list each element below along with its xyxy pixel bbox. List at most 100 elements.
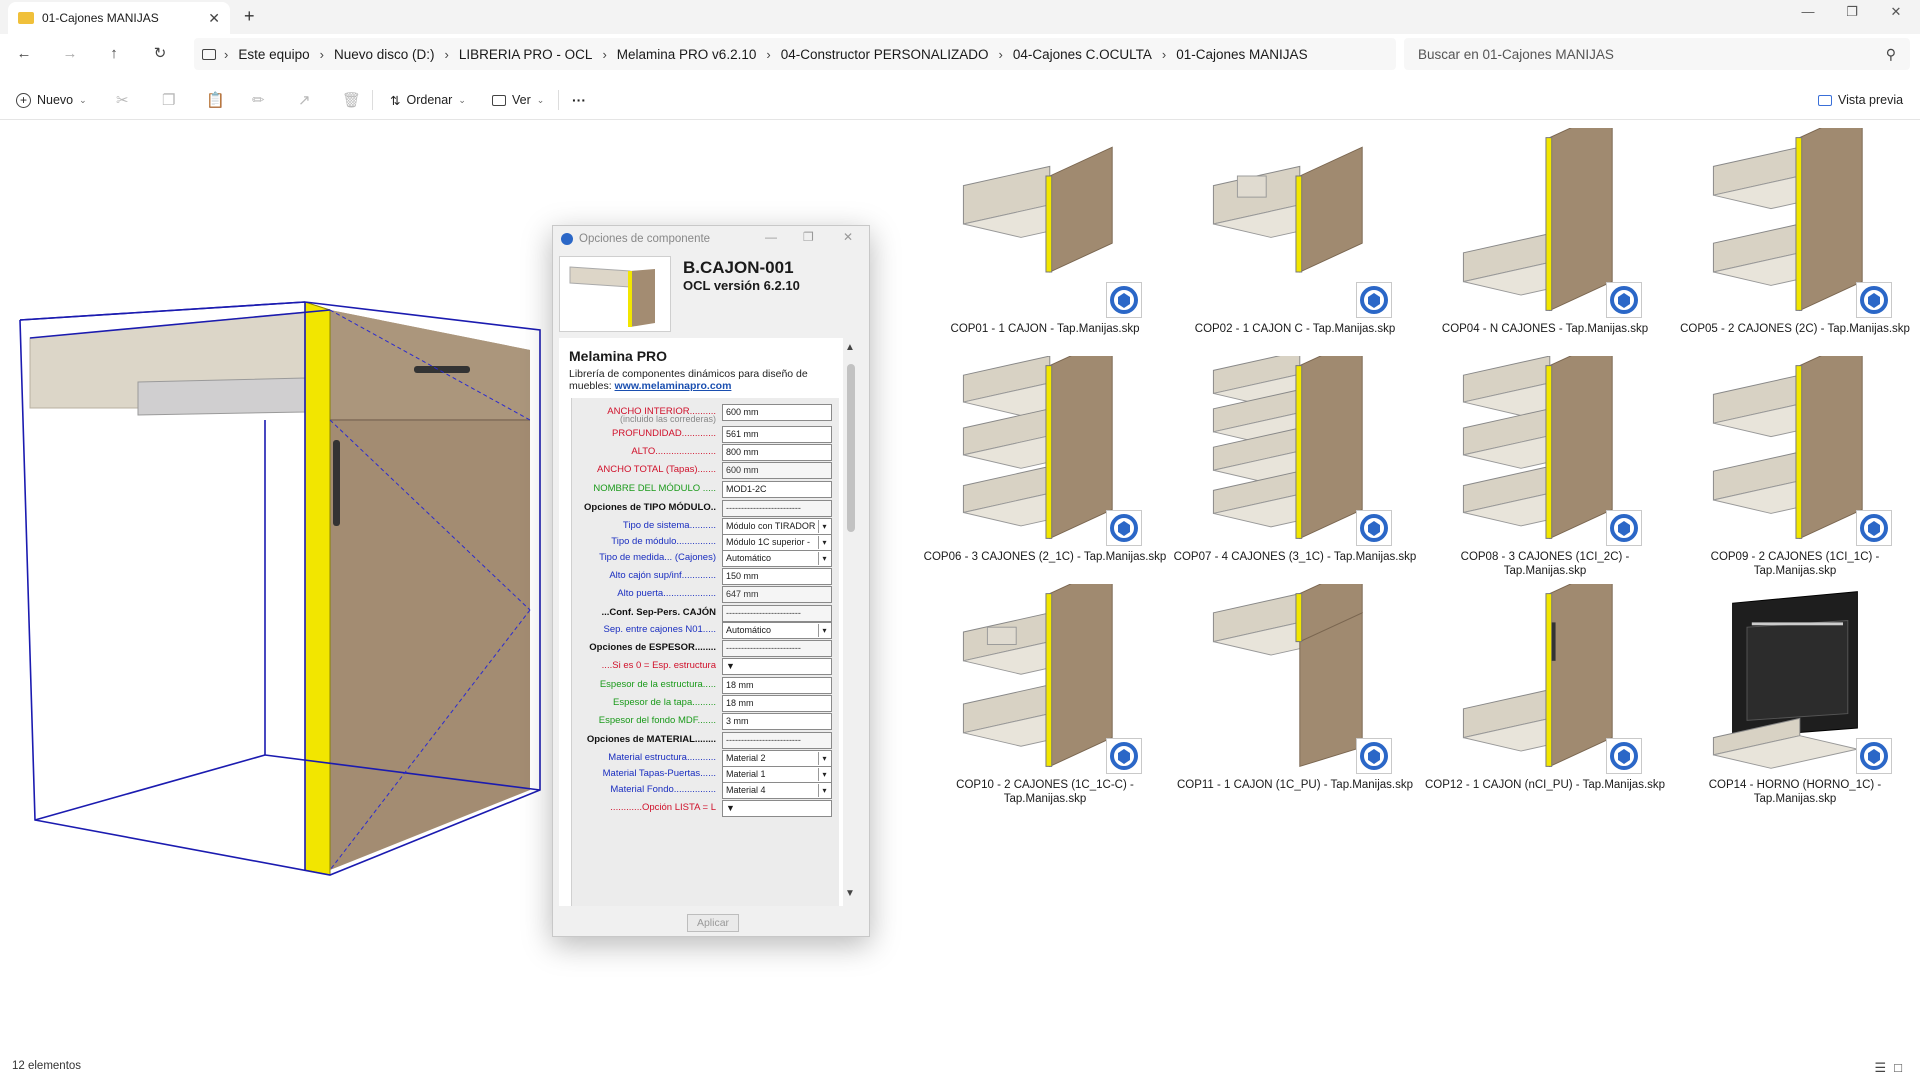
field-input[interactable]: 800 mm bbox=[722, 444, 832, 461]
apply-button[interactable]: Aplicar bbox=[687, 914, 739, 932]
dialog-title-bar: Opciones de componente bbox=[553, 226, 869, 252]
field-input[interactable]: 3 mm bbox=[722, 713, 832, 730]
chevron-down-icon[interactable]: ▾ bbox=[818, 520, 830, 533]
file-item[interactable]: COP11 - 1 CAJON (1C_PU) - Tap.Manijas.sk… bbox=[1170, 584, 1420, 812]
refresh-button[interactable]: ↻ bbox=[146, 42, 174, 66]
chevron-down-icon[interactable]: ▾ bbox=[818, 624, 830, 637]
tiles-view-icon[interactable]: □ bbox=[1894, 1060, 1910, 1075]
scroll-up-icon[interactable]: ▲ bbox=[845, 342, 855, 353]
more-options-button[interactable]: ··· bbox=[572, 86, 586, 114]
share-icon[interactable]: ↗ bbox=[298, 86, 311, 114]
form-row: Espesor del fondo MDF....... 3 mm bbox=[572, 713, 840, 731]
field-select[interactable]: Módulo 1C superior - ▾ bbox=[722, 534, 832, 551]
navigation-bar: ← → ↑ ↻ › Este equipo › Nuevo disco (D:)… bbox=[0, 34, 1920, 74]
tab-close-icon[interactable]: ✕ bbox=[208, 10, 220, 27]
field-label: ...Conf. Sep-Pers. CAJÓN bbox=[601, 607, 716, 618]
breadcrumb-separator: › bbox=[766, 46, 771, 62]
copy-icon[interactable]: ❐ bbox=[162, 86, 175, 114]
field-input[interactable]: MOD1-2C bbox=[722, 481, 832, 498]
file-name: COP01 - 1 CAJON - Tap.Manijas.skp bbox=[950, 323, 1140, 335]
breadcrumb-libreria-pro[interactable]: LIBRERIA PRO - OCL bbox=[451, 47, 601, 62]
dialog-close-button[interactable]: ✕ bbox=[843, 230, 853, 244]
field-select[interactable]: Material 4 ▾ bbox=[722, 782, 832, 799]
field-input[interactable]: ▼ bbox=[722, 658, 832, 675]
file-item[interactable]: COP04 - N CAJONES - Tap.Manijas.skp bbox=[1420, 128, 1670, 356]
details-view-icon[interactable]: ☰ bbox=[1874, 1060, 1894, 1075]
close-window-button[interactable]: ✕ bbox=[1876, 4, 1916, 20]
chevron-down-icon[interactable]: ▾ bbox=[818, 536, 830, 549]
field-label: Alto puerta.................... bbox=[617, 588, 716, 599]
preview-pane-button[interactable]: Vista previa bbox=[1818, 86, 1903, 114]
new-button[interactable]: + Nuevo ⌄ bbox=[16, 86, 87, 114]
field-select[interactable]: Material 1 ▾ bbox=[722, 766, 832, 783]
breadcrumb-nuevo-disco[interactable]: Nuevo disco (D:) bbox=[326, 47, 443, 62]
dialog-scrollbar[interactable]: ▲ ▼ bbox=[843, 338, 859, 906]
file-item[interactable]: COP08 - 3 CAJONES (1CI_2C) - Tap.Manijas… bbox=[1420, 356, 1670, 584]
cut-icon[interactable]: ✂ bbox=[116, 86, 129, 114]
dialog-header: B.CAJON-001 OCL versión 6.2.10 bbox=[559, 256, 863, 334]
maximize-button[interactable]: ❐ bbox=[1832, 4, 1872, 20]
address-bar[interactable]: › Este equipo › Nuevo disco (D:) › LIBRE… bbox=[194, 38, 1396, 70]
file-item[interactable]: COP12 - 1 CAJON (nCI_PU) - Tap.Manijas.s… bbox=[1420, 584, 1670, 812]
up-button[interactable]: ↑ bbox=[100, 42, 128, 66]
scrollbar-thumb[interactable] bbox=[847, 364, 855, 532]
field-label: Tipo de sistema.......... bbox=[622, 520, 716, 531]
form-row: ....Si es 0 = Esp. estructura ▼ bbox=[572, 658, 840, 676]
file-item[interactable]: COP10 - 2 CAJONES (1C_1C-C) - Tap.Manija… bbox=[920, 584, 1170, 812]
website-link[interactable]: www.melaminapro.com bbox=[615, 380, 732, 392]
form-row: NOMBRE DEL MÓDULO ..... MOD1-2C bbox=[572, 481, 840, 499]
breadcrumb-este-equipo[interactable]: Este equipo bbox=[230, 47, 317, 62]
forward-button[interactable]: → bbox=[56, 42, 84, 66]
preview-label: Vista previa bbox=[1838, 93, 1904, 107]
field-input[interactable]: 600 mm bbox=[722, 404, 832, 421]
back-button[interactable]: ← bbox=[10, 42, 38, 66]
breadcrumb-separator: › bbox=[1161, 46, 1167, 62]
file-item[interactable]: COP05 - 2 CAJONES (2C) - Tap.Manijas.skp bbox=[1670, 128, 1920, 356]
sketchup-file-icon bbox=[1606, 510, 1642, 546]
rename-icon[interactable]: ✏ bbox=[252, 86, 265, 114]
field-label: Material estructura........... bbox=[608, 752, 716, 763]
field-select[interactable]: Automático ▾ bbox=[722, 622, 832, 639]
chevron-down-icon[interactable]: ▾ bbox=[818, 784, 830, 797]
scroll-down-icon[interactable]: ▼ bbox=[845, 888, 855, 899]
field-input[interactable]: 18 mm bbox=[722, 695, 832, 712]
field-label: ALTO....................... bbox=[631, 446, 716, 457]
field-input: 600 mm bbox=[722, 462, 832, 479]
file-item[interactable]: COP07 - 4 CAJONES (3_1C) - Tap.Manijas.s… bbox=[1170, 356, 1420, 584]
field-input[interactable]: 561 mm bbox=[722, 426, 832, 443]
field-label: Material Fondo................ bbox=[610, 784, 716, 795]
breadcrumb-cajones-oculta[interactable]: 04-Cajones C.OCULTA bbox=[1005, 47, 1160, 62]
chevron-down-icon[interactable]: ▾ bbox=[818, 752, 830, 765]
field-input[interactable]: 150 mm bbox=[722, 568, 832, 585]
minimize-button[interactable]: — bbox=[1788, 4, 1828, 19]
new-tab-button[interactable]: + bbox=[244, 6, 255, 27]
delete-icon[interactable]: 🗑 bbox=[342, 86, 361, 114]
breadcrumb-cajones-manijas[interactable]: 01-Cajones MANIJAS bbox=[1168, 47, 1315, 62]
file-item[interactable]: COP02 - 1 CAJON C - Tap.Manijas.skp bbox=[1170, 128, 1420, 356]
dialog-minimize-button[interactable]: — bbox=[765, 230, 777, 244]
dialog-maximize-button[interactable]: ❐ bbox=[803, 230, 814, 244]
field-select[interactable]: Módulo con TIRADOR ▾ bbox=[722, 518, 832, 535]
breadcrumb-melamina-pro[interactable]: Melamina PRO v6.2.10 bbox=[609, 47, 765, 62]
field-input[interactable]: ▼ bbox=[722, 800, 832, 817]
field-select[interactable]: Automático ▾ bbox=[722, 550, 832, 567]
field-input[interactable]: 18 mm bbox=[722, 677, 832, 694]
sort-button[interactable]: ⇅ Ordenar ⌄ bbox=[390, 86, 466, 114]
breadcrumb-constructor[interactable]: 04-Constructor PERSONALIZADO bbox=[773, 47, 997, 62]
item-count: 12 elementos bbox=[12, 1060, 82, 1072]
field-value: 600 mm bbox=[726, 407, 759, 417]
explorer-tab[interactable]: 01-Cajones MANIJAS ✕ bbox=[8, 2, 230, 34]
chevron-down-icon: ⌄ bbox=[536, 94, 545, 105]
view-button[interactable]: Ver ⌄ bbox=[492, 86, 544, 114]
command-bar: + Nuevo ⌄ ✂ ❐ 📋 ✏ ↗ 🗑 ⇅ Ordenar ⌄ Ver ⌄ … bbox=[0, 80, 1920, 120]
paste-icon[interactable]: 📋 bbox=[206, 86, 225, 114]
chevron-down-icon[interactable]: ▾ bbox=[818, 552, 830, 565]
file-item[interactable]: COP09 - 2 CAJONES (1CI_1C) - Tap.Manijas… bbox=[1670, 356, 1920, 584]
search-input[interactable]: Buscar en 01-Cajones MANIJAS ⚲ bbox=[1404, 38, 1910, 70]
file-item[interactable]: COP01 - 1 CAJON - Tap.Manijas.skp bbox=[920, 128, 1170, 356]
sketchup-file-icon bbox=[1106, 738, 1142, 774]
file-item[interactable]: COP14 - HORNO (HORNO_1C) - Tap.Manijas.s… bbox=[1670, 584, 1920, 812]
field-select[interactable]: Material 2 ▾ bbox=[722, 750, 832, 767]
file-item[interactable]: COP06 - 3 CAJONES (2_1C) - Tap.Manijas.s… bbox=[920, 356, 1170, 584]
chevron-down-icon[interactable]: ▾ bbox=[818, 768, 830, 781]
